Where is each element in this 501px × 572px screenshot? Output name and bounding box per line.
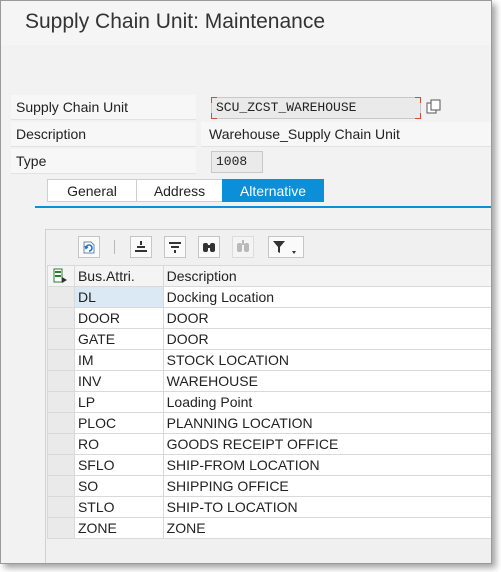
column-header-description[interactable]: Description <box>162 265 491 287</box>
required-marker <box>211 113 217 119</box>
cell-code[interactable]: SO <box>73 475 164 497</box>
table-row: DOOR DOOR <box>47 307 491 329</box>
cell-code[interactable]: DL <box>73 286 164 308</box>
cell-description[interactable]: ZONE <box>162 517 491 539</box>
cell-description[interactable]: GOODS RECEIPT OFFICE <box>162 433 491 455</box>
table-row: GATE DOOR <box>47 328 491 350</box>
application-toolbar <box>1 45 491 89</box>
cell-description[interactable]: STOCK LOCATION <box>162 349 491 371</box>
description-label: Description <box>11 122 196 147</box>
row-selector[interactable] <box>47 496 75 518</box>
cell-description[interactable]: PLANNING LOCATION <box>162 412 491 434</box>
alternative-grid: Bus.Attri. Description DL Docking Locati… <box>45 229 491 563</box>
cell-code[interactable]: RO <box>73 433 164 455</box>
title-bar: Supply Chain Unit: Maintenance <box>1 1 491 45</box>
table-row: SFLO SHIP-FROM LOCATION <box>47 454 491 476</box>
table-row: RO GOODS RECEIPT OFFICE <box>47 433 491 455</box>
table-row: IM STOCK LOCATION <box>47 349 491 371</box>
table-header-row: Bus.Attri. Description <box>47 265 491 287</box>
cell-code[interactable]: SFLO <box>73 454 164 476</box>
sap-window: Supply Chain Unit: Maintenance Supply Ch… <box>0 0 492 564</box>
table-row: DL Docking Location <box>47 286 491 308</box>
table-row: STLO SHIP-TO LOCATION <box>47 496 491 518</box>
tab-alternative[interactable]: Alternative <box>222 179 324 202</box>
table-row: PLOC PLANNING LOCATION <box>47 412 491 434</box>
toolbar-separator <box>114 240 115 254</box>
type-row: Type 1008 <box>11 149 491 174</box>
page-title: Supply Chain Unit: Maintenance <box>25 10 326 33</box>
description-row: Description Warehouse_Supply Chain Unit <box>11 122 491 147</box>
row-selector[interactable] <box>47 412 75 434</box>
data-table: Bus.Attri. Description DL Docking Locati… <box>47 265 491 539</box>
find-next-icon[interactable] <box>232 236 254 258</box>
scu-row: Supply Chain Unit SCU_ZCST_WAREHOUSE <box>11 95 491 120</box>
row-selector[interactable] <box>47 370 75 392</box>
cell-description[interactable]: SHIP-TO LOCATION <box>162 496 491 518</box>
cell-code[interactable]: GATE <box>73 328 164 350</box>
row-selector[interactable] <box>47 454 75 476</box>
table-row: LP Loading Point <box>47 391 491 413</box>
align-center-icon[interactable] <box>130 236 152 258</box>
align-justify-icon[interactable] <box>164 236 186 258</box>
row-selector[interactable] <box>47 286 75 308</box>
row-selector[interactable] <box>47 307 75 329</box>
row-selector[interactable] <box>47 517 75 539</box>
cell-description[interactable]: Docking Location <box>162 286 491 308</box>
row-selector[interactable] <box>47 391 75 413</box>
scu-field-value: SCU_ZCST_WAREHOUSE <box>216 100 357 115</box>
cell-code[interactable]: PLOC <box>73 412 164 434</box>
cell-code[interactable]: ZONE <box>73 517 164 539</box>
row-selector[interactable] <box>47 433 75 455</box>
cell-code[interactable]: STLO <box>73 496 164 518</box>
cell-code[interactable]: LP <box>73 391 164 413</box>
tab-address[interactable]: Address <box>136 179 223 202</box>
column-header-bus-attri[interactable]: Bus.Attri. <box>73 265 164 287</box>
tab-general[interactable]: General <box>47 179 137 202</box>
cell-description[interactable]: WAREHOUSE <box>162 370 491 392</box>
cell-code[interactable]: INV <box>73 370 164 392</box>
cell-description[interactable]: DOOR <box>162 307 491 329</box>
tab-underline <box>35 206 491 208</box>
cell-code[interactable]: IM <box>73 349 164 371</box>
cell-description[interactable]: Loading Point <box>162 391 491 413</box>
cell-description[interactable]: SHIP-FROM LOCATION <box>162 454 491 476</box>
table-row: INV WAREHOUSE <box>47 370 491 392</box>
type-label: Type <box>11 149 196 174</box>
cell-code[interactable]: DOOR <box>73 307 164 329</box>
required-marker <box>211 97 217 103</box>
refresh-icon[interactable] <box>78 236 100 258</box>
row-selector[interactable] <box>47 349 75 371</box>
required-marker <box>415 113 421 119</box>
filter-icon[interactable] <box>268 236 304 258</box>
table-row: SO SHIPPING OFFICE <box>47 475 491 497</box>
row-selector[interactable] <box>47 475 75 497</box>
copy-icon[interactable] <box>426 99 442 115</box>
cell-description[interactable]: SHIPPING OFFICE <box>162 475 491 497</box>
description-value: Warehouse_Supply Chain Unit <box>201 122 491 147</box>
select-all-icon[interactable] <box>47 265 75 287</box>
row-selector[interactable] <box>47 328 75 350</box>
cell-description[interactable]: DOOR <box>162 328 491 350</box>
find-icon[interactable] <box>198 236 220 258</box>
type-field[interactable]: 1008 <box>211 151 263 173</box>
scu-label: Supply Chain Unit <box>11 95 196 120</box>
table-row: ZONE ZONE <box>47 517 491 539</box>
required-marker <box>415 97 421 103</box>
scu-field[interactable]: SCU_ZCST_WAREHOUSE <box>211 97 421 119</box>
